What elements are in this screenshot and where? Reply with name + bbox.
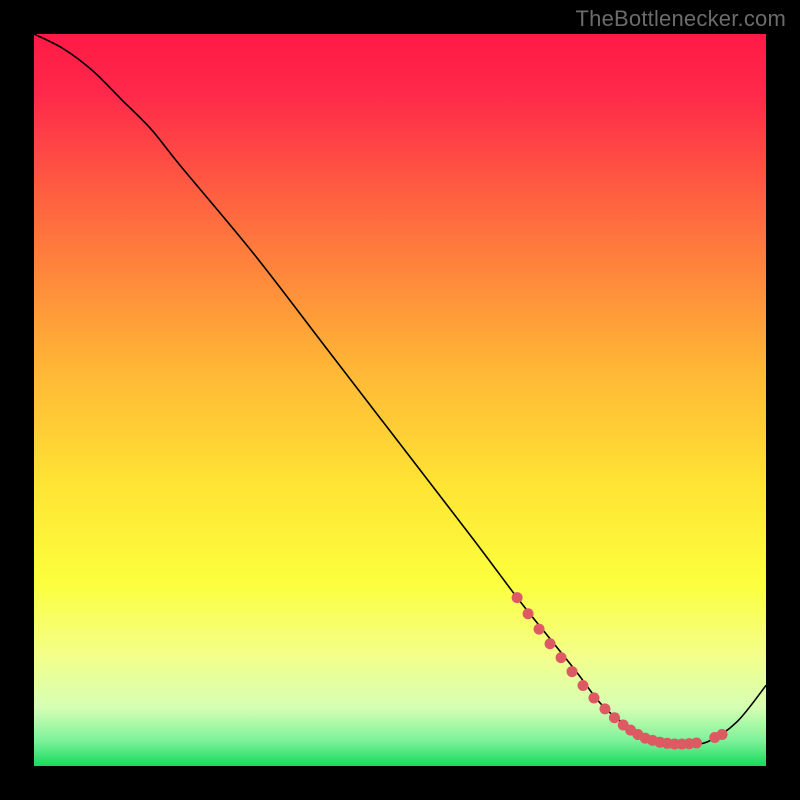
data-marker	[556, 652, 567, 663]
gradient-background	[34, 34, 766, 766]
data-marker	[588, 692, 599, 703]
data-marker	[691, 737, 702, 748]
data-marker	[523, 608, 534, 619]
data-marker	[545, 638, 556, 649]
data-marker	[567, 666, 578, 677]
watermark-label: TheBottlenecker.com	[576, 6, 786, 32]
data-marker	[578, 680, 589, 691]
data-marker	[717, 729, 728, 740]
plot-area	[34, 34, 766, 766]
chart-frame: TheBottlenecker.com	[0, 0, 800, 800]
data-marker	[512, 592, 523, 603]
data-marker	[534, 624, 545, 635]
chart-canvas	[34, 34, 766, 766]
data-marker	[599, 703, 610, 714]
data-marker	[609, 712, 620, 723]
